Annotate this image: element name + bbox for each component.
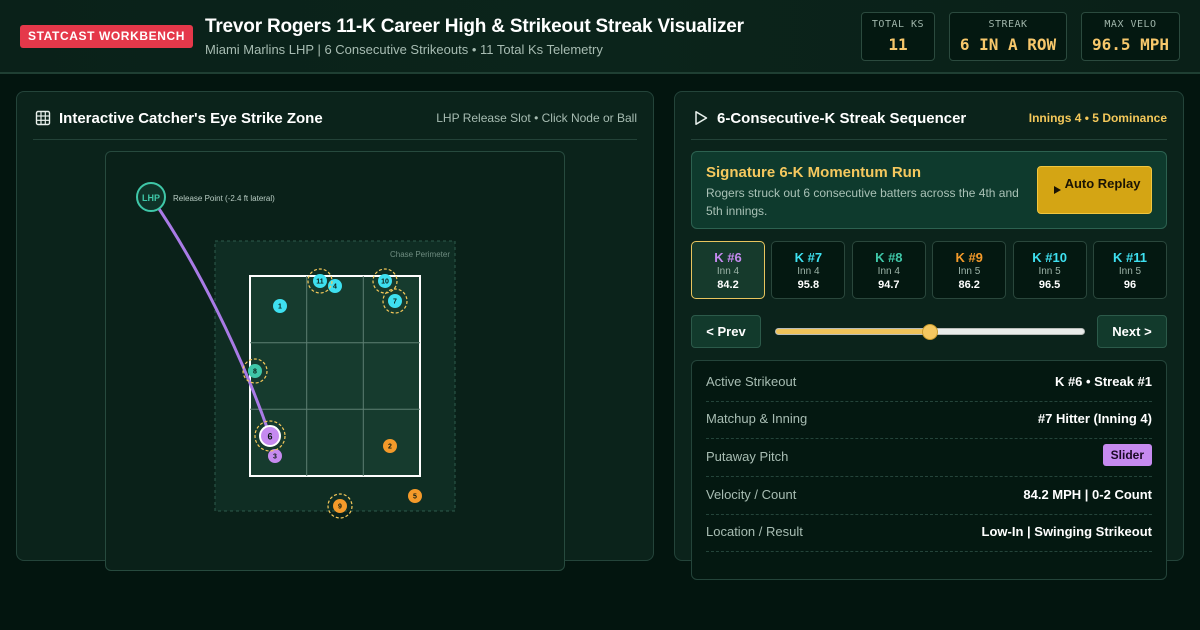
stat-value: 6 IN A ROW xyxy=(959,35,1057,54)
pitch-number: 8 xyxy=(253,369,257,376)
page-subtitle: Miami Marlins LHP | 6 Consecutive Strike… xyxy=(205,42,603,57)
pitch-number: 2 xyxy=(388,444,392,451)
k-card-11[interactable]: K #11 Inn 5 96 xyxy=(1093,241,1167,299)
prev-button[interactable]: < Prev xyxy=(691,315,761,348)
pitch-number: 9 xyxy=(338,504,342,511)
k-card-inning: Inn 4 xyxy=(877,266,900,277)
slider-thumb[interactable] xyxy=(922,324,938,340)
stat-value: 11 xyxy=(888,35,908,54)
strike-zone-panel: Interactive Catcher's Eye Strike Zone LH… xyxy=(16,91,654,571)
k-card-velocity: 96.5 xyxy=(1038,279,1061,291)
k-card-velocity: 95.8 xyxy=(797,279,820,291)
pitch-type-badge: Slider xyxy=(1102,444,1152,466)
k-card-7[interactable]: K #7 Inn 4 95.8 xyxy=(771,241,846,299)
slider-fill xyxy=(776,329,930,334)
momentum-title: Signature 6-K Momentum Run xyxy=(706,164,922,181)
detail-key: Velocity / Count xyxy=(706,487,797,502)
detail-value: 84.2 MPH | 0-2 Count xyxy=(1023,487,1152,502)
panel-header: 6-Consecutive-K Streak Sequencer Innings… xyxy=(691,92,1167,140)
pitch-number: 4 xyxy=(333,284,337,291)
strike-zone-svg: Chase Perimeter LHP Release Point (-2.4 … xyxy=(136,182,456,519)
k-card-inning: Inn 5 xyxy=(1038,266,1061,277)
k-card-9[interactable]: K #9 Inn 5 86.2 xyxy=(932,241,1007,299)
panel-note: LHP Release Slot • Click Node or Ball xyxy=(436,111,637,125)
k-card-label: K #6 xyxy=(714,250,742,265)
pitch-number: 10 xyxy=(381,279,389,286)
panel-title: Interactive Catcher's Eye Strike Zone xyxy=(59,110,323,127)
momentum-description: Rogers struck out 6 consecutive batters … xyxy=(706,186,1019,218)
release-node-label: LHP xyxy=(142,193,160,203)
stat-streak: STREAK 6 IN A ROW xyxy=(949,12,1067,61)
pitch-number: 5 xyxy=(413,494,417,501)
auto-replay-button[interactable]: Auto Replay xyxy=(1037,166,1152,214)
stat-max-velo: MAX VELO 96.5 MPH xyxy=(1081,12,1180,61)
pitch-number: 7 xyxy=(393,299,397,306)
panel-title: 6-Consecutive-K Streak Sequencer xyxy=(717,110,967,127)
momentum-card: Signature 6-K Momentum Run Rogers struck… xyxy=(691,151,1167,229)
detail-key: Active Strikeout xyxy=(706,374,797,389)
pitch-number: 11 xyxy=(316,279,324,286)
pitch-marker-4[interactable]: 4 xyxy=(328,279,342,293)
pitch-marker-1[interactable]: 1 xyxy=(273,299,287,313)
detail-row-putaway-pitch: Putaway Pitch Slider xyxy=(706,440,1152,477)
k-card-inning: Inn 5 xyxy=(1118,266,1142,277)
release-point-text: Release Point (-2.4 ft lateral) xyxy=(173,194,275,203)
stat-label: STREAK xyxy=(988,19,1028,30)
stat-label: MAX VELO xyxy=(1104,19,1157,30)
grid-icon xyxy=(35,110,51,126)
detail-value: #7 Hitter (Inning 4) xyxy=(1037,411,1152,426)
detail-key: Location / Result xyxy=(706,524,803,539)
auto-replay-label: Auto Replay xyxy=(1064,176,1141,191)
pitch-marker-3[interactable]: 3 xyxy=(268,449,282,463)
k-card-inning: Inn 4 xyxy=(716,266,740,277)
page-title: Trevor Rogers 11-K Career High & Strikeo… xyxy=(205,16,744,37)
k-card-inning: Inn 5 xyxy=(958,266,981,277)
pitch-marker-2[interactable]: 2 xyxy=(383,439,397,453)
app-header: STATCAST WORKBENCH Trevor Rogers 11-K Ca… xyxy=(0,0,1200,74)
play-icon xyxy=(1054,186,1061,194)
k-card-velocity: 86.2 xyxy=(958,279,980,291)
k-card-velocity: 84.2 xyxy=(717,279,739,291)
k-card-6[interactable]: K #6 Inn 4 84.2 xyxy=(691,241,765,299)
detail-value: Low-In | Swinging Strikeout xyxy=(981,524,1152,539)
k-card-velocity: 96 xyxy=(1123,279,1137,291)
k-card-inning: Inn 4 xyxy=(797,266,820,277)
next-button[interactable]: Next > xyxy=(1097,315,1167,348)
stat-value: 96.5 MPH xyxy=(1091,35,1170,54)
panel-header: Interactive Catcher's Eye Strike Zone LH… xyxy=(33,92,637,140)
k-card-label: K #7 xyxy=(794,250,823,265)
pitch-number: 3 xyxy=(273,454,277,461)
strike-zone-canvas[interactable]: Chase Perimeter LHP Release Point (-2.4 … xyxy=(105,151,565,571)
pitch-number: 1 xyxy=(278,304,282,311)
chase-perimeter-label: Chase Perimeter xyxy=(390,250,450,259)
pitch-number: 6 xyxy=(267,432,272,442)
k-card-label: K #8 xyxy=(875,250,903,265)
k-card-velocity: 94.7 xyxy=(878,279,900,291)
brand-badge: STATCAST WORKBENCH xyxy=(20,25,194,48)
k-card-8[interactable]: K #8 Inn 4 94.7 xyxy=(851,241,926,299)
detail-row-matchup: Matchup & Inning #7 Hitter (Inning 4) xyxy=(706,402,1152,439)
detail-value: K #6 • Streak #1 xyxy=(1054,374,1152,389)
detail-key: Matchup & Inning xyxy=(706,411,808,426)
stat-label: TOTAL KS xyxy=(871,19,925,30)
k-card-label: K #10 xyxy=(1032,250,1067,265)
play-outline-icon xyxy=(695,111,708,125)
panel-note: Innings 4 • 5 Dominance xyxy=(1028,111,1167,125)
k-card-label: K #11 xyxy=(1113,250,1147,265)
stat-total-ks: TOTAL KS 11 xyxy=(861,12,935,61)
pitch-marker-5[interactable]: 5 xyxy=(408,489,422,503)
streak-slider[interactable] xyxy=(775,324,1085,340)
streak-sequencer-panel: 6-Consecutive-K Streak Sequencer Innings… xyxy=(674,91,1184,580)
detail-row-velocity: Velocity / Count 84.2 MPH | 0-2 Count xyxy=(706,478,1152,515)
detail-key: Putaway Pitch xyxy=(706,449,789,464)
strikeout-details: Active Strikeout K #6 • Streak #1 Matchu… xyxy=(691,360,1167,580)
detail-row-location: Location / Result Low-In | Swinging Stri… xyxy=(706,515,1152,552)
detail-row-active-strikeout: Active Strikeout K #6 • Streak #1 xyxy=(706,365,1152,402)
k-card-label: K #9 xyxy=(955,250,983,265)
k-card-10[interactable]: K #10 Inn 5 96.5 xyxy=(1012,241,1087,299)
